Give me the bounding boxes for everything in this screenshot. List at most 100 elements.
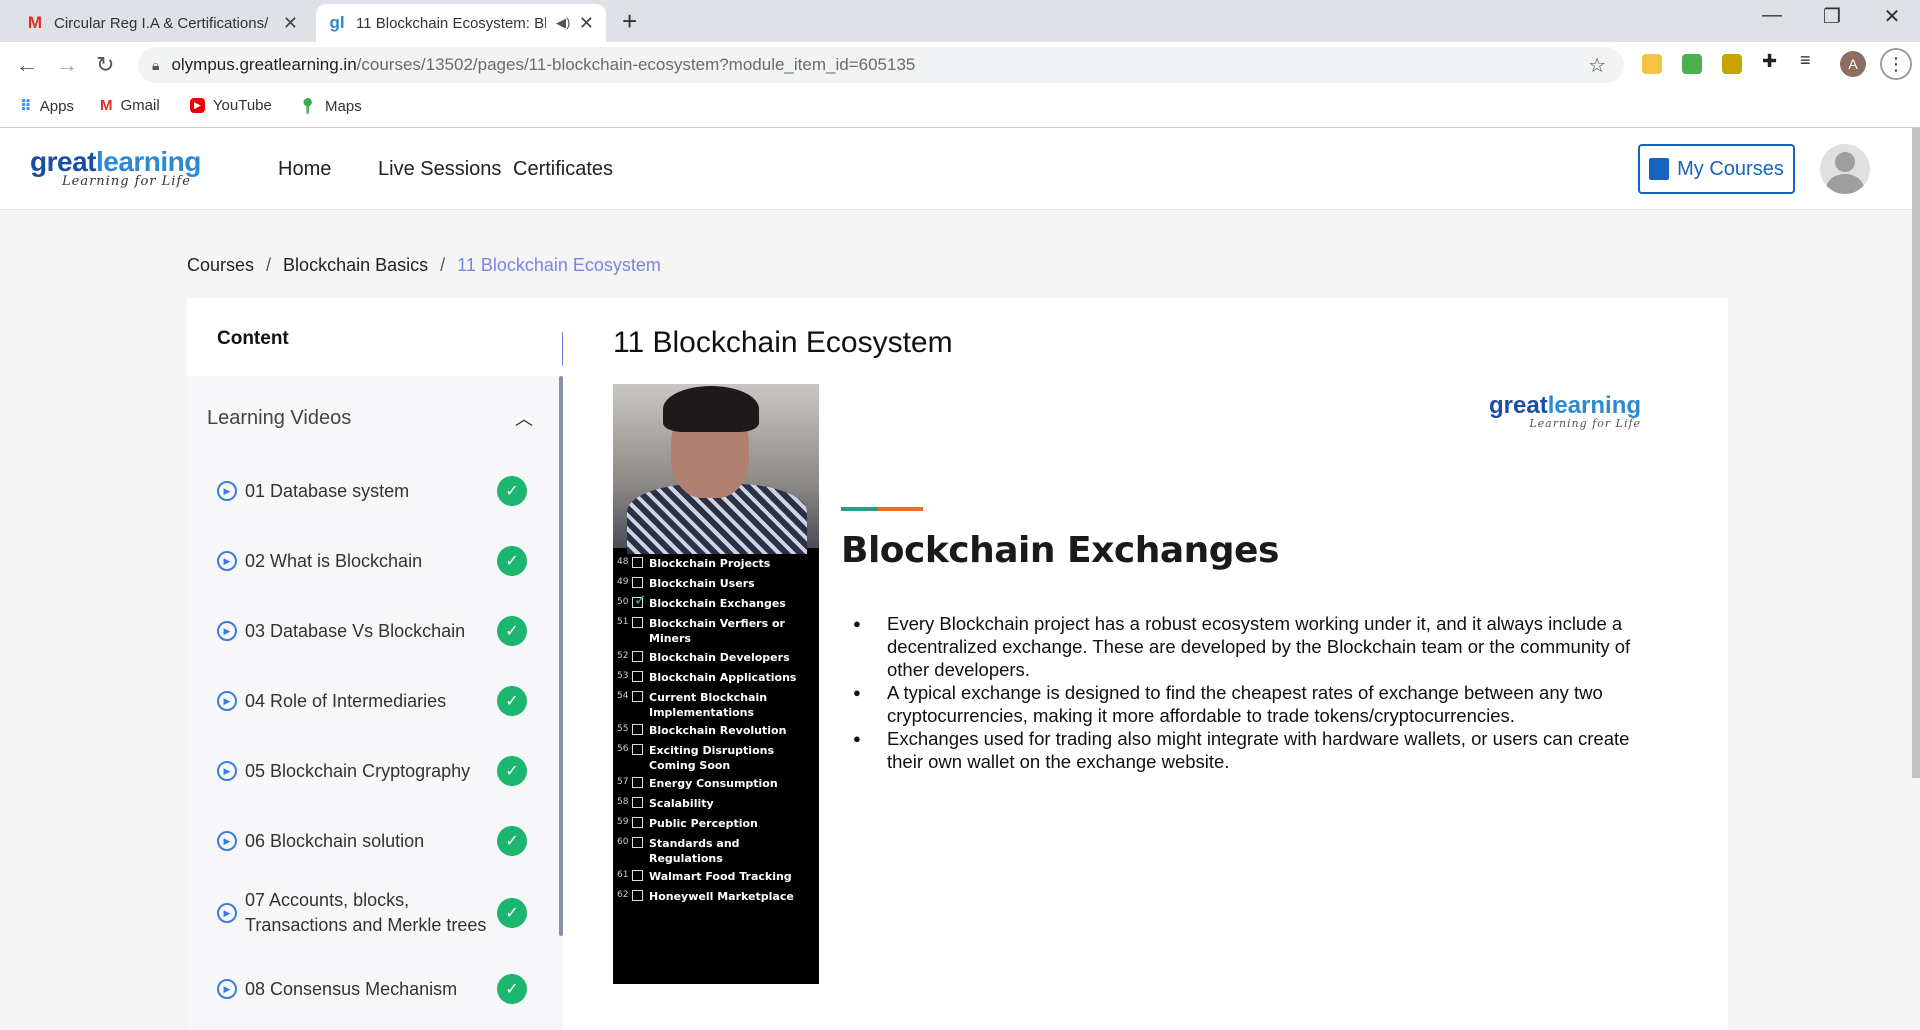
topic-label: Exciting Disruptions Coming Soon (649, 744, 775, 772)
presenter-video[interactable]: 48 Blockchain Projects 49 Blockchain Users… (613, 384, 819, 984)
apps-grid-icon: ⠿ (20, 98, 32, 115)
completed-check-icon: ✓ (497, 546, 527, 576)
user-avatar[interactable] (1820, 144, 1870, 194)
bookmark-apps[interactable]: ⠿ Apps (20, 97, 74, 116)
sidebar-item[interactable]: ▶ 08 Consensus Mechanism ✓ (217, 974, 527, 1004)
bookmark-label: YouTube (212, 97, 272, 114)
my-courses-button[interactable]: My Courses (1638, 144, 1795, 194)
completed-check-icon: ✓ (497, 756, 527, 786)
bookmark-maps[interactable]: 📍︎ Maps (298, 97, 362, 116)
extension-chart-icon[interactable] (1682, 54, 1702, 74)
my-courses-label: My Courses (1677, 157, 1784, 180)
checkbox-icon (632, 890, 643, 901)
speaker-icon[interactable]: ◀) (556, 15, 570, 31)
browser-tab-active[interactable]: gl 11 Blockchain Ecosystem: Bl ◀) ✕ (316, 4, 606, 42)
checkbox-icon (632, 870, 643, 881)
profile-avatar[interactable]: A (1840, 51, 1866, 77)
topic-label: Standards and Regulations (649, 837, 740, 865)
checkbox-icon (632, 797, 643, 808)
checkmark-icon: ✓ (634, 591, 647, 609)
breadcrumb: Courses / Blockchain Basics / 11 Blockch… (187, 255, 661, 276)
restore-icon[interactable]: ❐ (1802, 4, 1862, 29)
topic-label: Honeywell Marketplace (649, 890, 794, 903)
topic-number: 49 (617, 577, 629, 587)
completed-check-icon: ✓ (497, 898, 527, 928)
browser-tab-gmail[interactable]: M Circular Reg I.A & Certifications/ ✕ (14, 4, 310, 42)
forward-icon[interactable]: → (56, 52, 78, 78)
play-circle-icon: ▶ (217, 621, 237, 641)
lock-icon: 🔒︎ (152, 56, 160, 73)
reload-icon[interactable]: ↻ (96, 52, 114, 78)
sidebar-item[interactable]: ▶ 06 Blockchain solution ✓ (217, 826, 527, 856)
play-circle-icon: ▶ (217, 551, 237, 571)
greatlearning-logo[interactable]: greatlearning Learning for Life (30, 146, 201, 189)
gmail-icon: M (100, 97, 113, 114)
back-icon[interactable]: ← (16, 52, 38, 78)
bookmark-gmail[interactable]: M Gmail (100, 97, 160, 114)
logo-tagline: Learning for Life (62, 174, 191, 189)
page-scrollbar[interactable] (1912, 128, 1920, 778)
section-learning-videos[interactable]: Learning Videos ︿ (187, 376, 563, 460)
presenter-hair (663, 386, 759, 432)
slide-bullet: A typical exchange is designed to find t… (853, 681, 1643, 727)
topic-label: Public Perception (649, 817, 758, 830)
extensions-puzzle-icon[interactable]: ✚ (1762, 51, 1782, 71)
sidebar-item-label: 03 Database Vs Blockchain (245, 620, 466, 641)
topic-number: 50 (617, 597, 629, 607)
address-bar[interactable]: 🔒︎ olympus.greatlearning.in/courses/1350… (138, 47, 1624, 83)
sidebar-title: Content (187, 298, 563, 376)
tab-title: 11 Blockchain Ecosystem: Bl (356, 14, 546, 32)
bookmark-star-icon[interactable]: ☆ (1588, 53, 1606, 78)
sidebar-item[interactable]: ▶ 03 Database Vs Blockchain ✓ (217, 616, 527, 646)
completed-check-icon: ✓ (497, 826, 527, 856)
checkbox-icon (632, 617, 643, 628)
logo-great: great (30, 146, 96, 177)
completed-check-icon: ✓ (497, 476, 527, 506)
slide-logo-great: great (1489, 392, 1548, 419)
greatlearning-icon: gl (329, 13, 345, 32)
completed-check-icon: ✓ (497, 686, 527, 716)
checkbox-icon (632, 691, 643, 702)
sidebar-item[interactable]: ▶ 07 Accounts, blocks, Transactions and … (217, 888, 527, 938)
checkbox-icon (632, 557, 643, 568)
slide-bullet: Every Blockchain project has a robust ec… (853, 612, 1643, 681)
sidebar-item[interactable]: ▶ 02 What is Blockchain ✓ (217, 546, 527, 576)
nav-home[interactable]: Home (278, 158, 331, 181)
sidebar-item-label: 08 Consensus Mechanism (245, 978, 458, 999)
slide-accent-bar (841, 507, 923, 511)
bookmark-youtube[interactable]: ▶ YouTube (190, 97, 272, 114)
breadcrumb-separator: / (440, 255, 446, 275)
sidebar-item[interactable]: ▶ 05 Blockchain Cryptography ✓ (217, 756, 527, 786)
page-title: 11 Blockchain Ecosystem (613, 326, 953, 359)
nav-certificates[interactable]: Certificates (513, 158, 613, 181)
sidebar-item[interactable]: ▶ 01 Database system ✓ (217, 476, 527, 506)
topic-row: 53 Blockchain Applications (617, 670, 809, 685)
extension-drive-icon[interactable] (1722, 54, 1742, 74)
media-queue-icon[interactable]: ≡ (1800, 50, 1820, 70)
topic-number: 59 (617, 817, 629, 827)
new-tab-button[interactable]: + (622, 6, 637, 37)
extension-notes-icon[interactable] (1642, 54, 1662, 74)
topic-row: 54 Current Blockchain Implementations (617, 690, 809, 720)
topic-label: Blockchain Developers (649, 651, 790, 664)
minimize-icon[interactable]: — (1742, 4, 1802, 27)
topic-row: 51 Blockchain Verfiers or Miners (617, 616, 809, 646)
close-tab-icon[interactable]: ✕ (579, 13, 594, 34)
browser-menu-icon[interactable]: ⋮ (1880, 48, 1912, 80)
slide-bullets: Every Blockchain project has a robust ec… (853, 612, 1643, 773)
breadcrumb-courses[interactable]: Courses (187, 255, 254, 276)
breadcrumb-blockchain-basics[interactable]: Blockchain Basics (283, 255, 428, 276)
content-sidebar: Content Learning Videos ︿ ▶ 01 Database … (187, 298, 563, 1030)
chevron-up-icon[interactable]: ︿ (515, 405, 533, 431)
sidebar-item-label: 06 Blockchain solution (245, 830, 425, 851)
checkbox-icon (632, 837, 643, 848)
sidebar-item-label: 04 Role of Intermediaries (245, 690, 447, 711)
close-window-icon[interactable]: ✕ (1862, 4, 1920, 29)
slide-logo: greatlearning Learning for Life (1489, 392, 1641, 430)
lecture-slide[interactable]: 48 Blockchain Projects 49 Blockchain Users… (613, 384, 1673, 984)
checkbox-icon: ✓ (632, 591, 647, 609)
close-tab-icon[interactable]: ✕ (283, 13, 298, 34)
topic-number: 58 (617, 797, 629, 807)
nav-live-sessions[interactable]: Live Sessions (378, 158, 501, 181)
sidebar-item[interactable]: ▶ 04 Role of Intermediaries ✓ (217, 686, 527, 716)
